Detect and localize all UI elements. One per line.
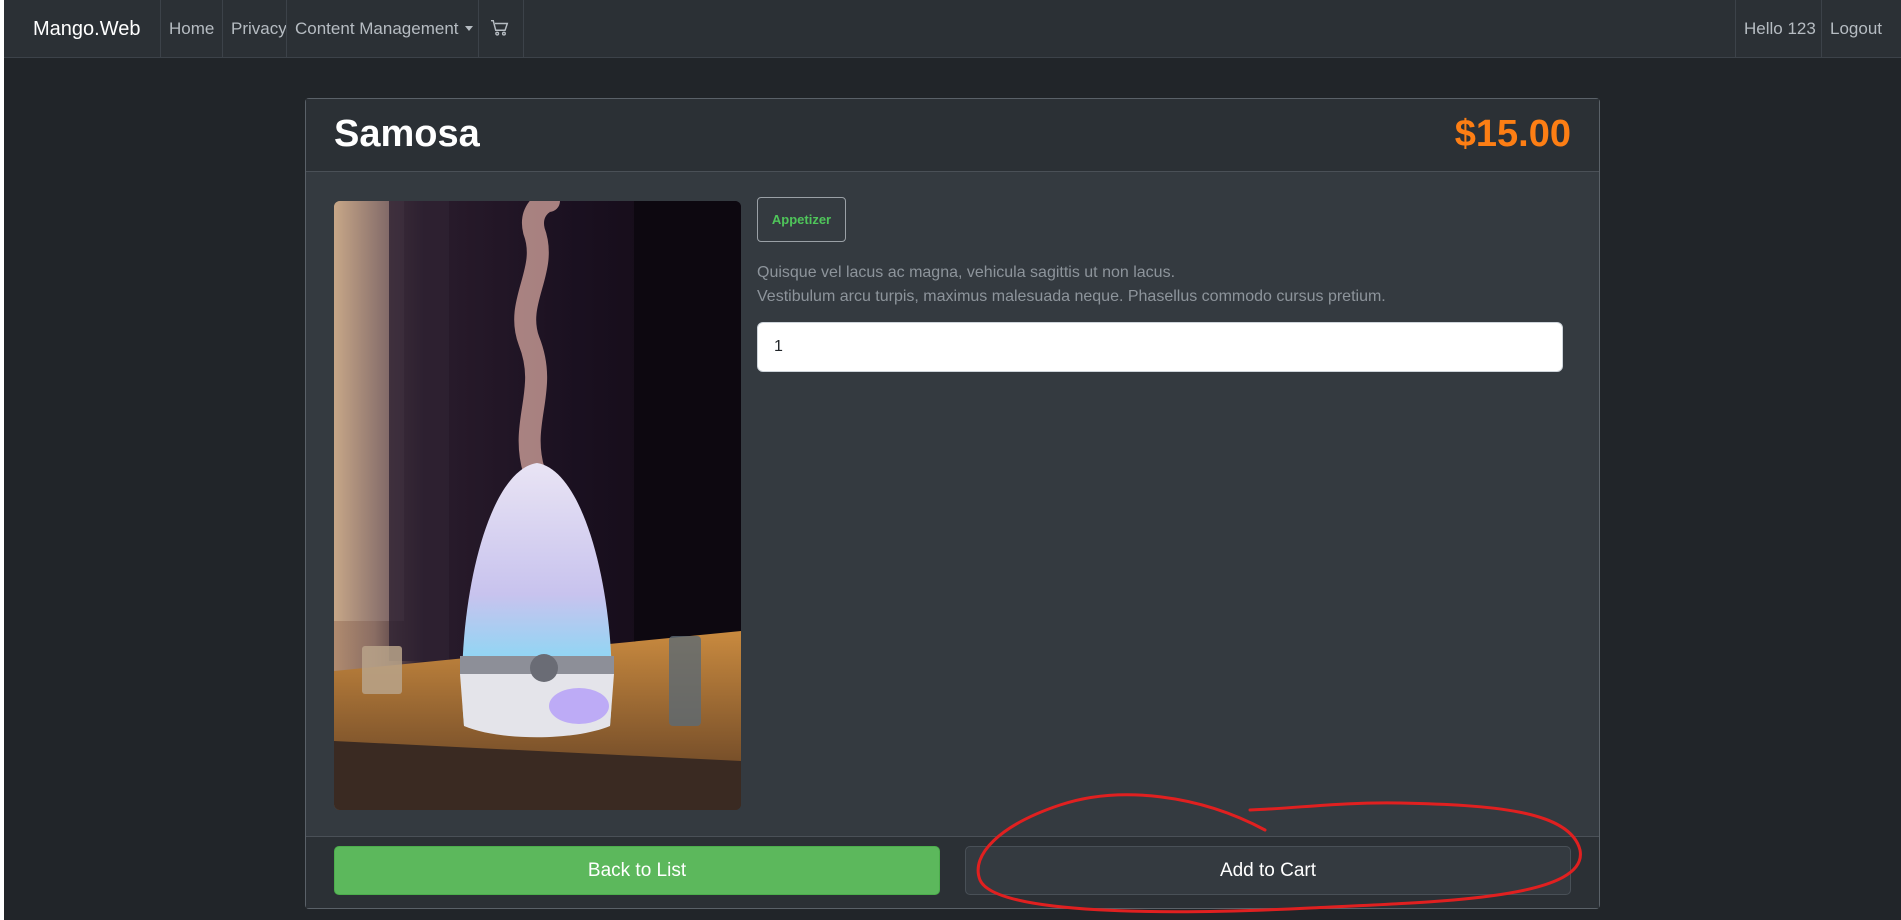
diffuser-illustration: [334, 201, 741, 810]
product-image: [334, 201, 741, 810]
nav-content-management-dropdown[interactable]: Content Management: [286, 0, 481, 57]
product-description: Quisque vel lacus ac magna, vehicula sag…: [757, 261, 1557, 309]
chevron-down-icon: [464, 26, 473, 31]
window-edge: [0, 0, 4, 920]
user-greeting: Hello 123: [1735, 0, 1824, 57]
product-price: $15.00: [1454, 113, 1571, 155]
brand-link[interactable]: Mango.Web: [33, 18, 140, 41]
card-header: Samosa $15.00: [306, 99, 1599, 172]
product-details-card: Samosa $15.00 Appetizer Quisque vel lacu…: [305, 98, 1600, 909]
cart-icon: [491, 19, 509, 36]
product-title: Samosa: [334, 113, 480, 155]
quantity-input[interactable]: [757, 322, 1563, 372]
nav-content-management-label: Content Management: [295, 19, 459, 38]
description-line-2: Vestibulum arcu turpis, maximus malesuad…: [757, 288, 1386, 305]
add-to-cart-button[interactable]: Add to Cart: [965, 846, 1571, 895]
nav-privacy-link[interactable]: Privacy: [222, 0, 295, 57]
card-footer: Back to List Add to Cart: [306, 836, 1599, 908]
top-navbar: Mango.Web Home Privacy Content Managemen…: [4, 0, 1901, 58]
back-to-list-button[interactable]: Back to List: [334, 846, 940, 895]
logout-link[interactable]: Logout: [1821, 0, 1890, 57]
nav-home-link[interactable]: Home: [160, 0, 222, 57]
nav-cart-link[interactable]: [478, 0, 524, 57]
category-badge: Appetizer: [757, 197, 846, 242]
description-line-1: Quisque vel lacus ac magna, vehicula sag…: [757, 264, 1176, 281]
